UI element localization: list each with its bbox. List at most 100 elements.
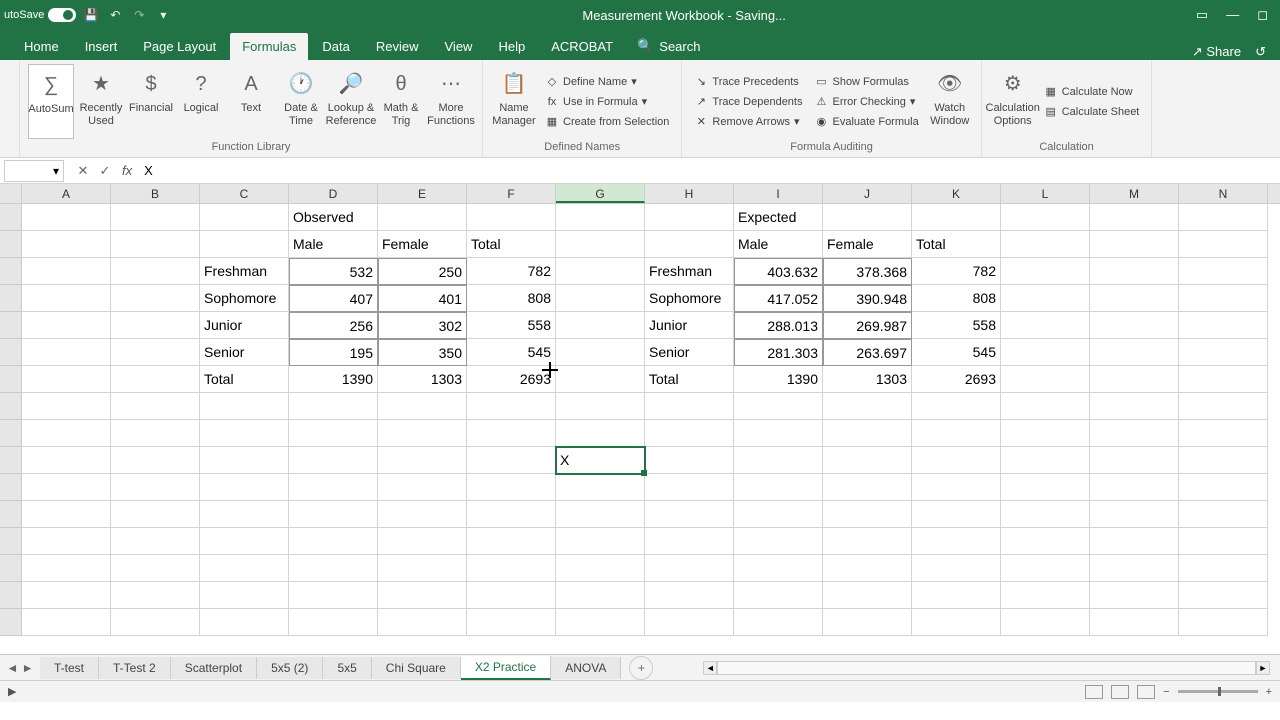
cell[interactable] <box>1090 582 1179 609</box>
text-button[interactable]: AText <box>228 64 274 139</box>
cell[interactable] <box>111 420 200 447</box>
cell[interactable] <box>200 528 289 555</box>
row-header[interactable] <box>0 258 22 285</box>
cell[interactable]: 302 <box>378 312 467 339</box>
cell[interactable] <box>111 393 200 420</box>
cell[interactable] <box>645 609 734 636</box>
cell[interactable] <box>823 582 912 609</box>
cell[interactable] <box>556 231 645 258</box>
col-header[interactable]: A <box>22 184 111 203</box>
cell[interactable] <box>1179 555 1268 582</box>
cell[interactable] <box>1001 231 1090 258</box>
cell[interactable] <box>111 312 200 339</box>
formula-input[interactable] <box>138 160 1280 182</box>
sheet-tab[interactable]: T-Test 2 <box>99 657 171 679</box>
col-header[interactable]: K <box>912 184 1001 203</box>
cell[interactable] <box>556 393 645 420</box>
cell[interactable] <box>823 474 912 501</box>
cell[interactable] <box>1001 582 1090 609</box>
cell[interactable]: Total <box>200 366 289 393</box>
row-header[interactable] <box>0 447 22 474</box>
cell[interactable] <box>378 528 467 555</box>
cell[interactable]: Senior <box>200 339 289 366</box>
cell[interactable] <box>467 447 556 474</box>
cell[interactable] <box>645 393 734 420</box>
cell[interactable]: Freshman <box>200 258 289 285</box>
cell[interactable] <box>734 582 823 609</box>
cell[interactable]: 390.948 <box>823 285 912 312</box>
col-header[interactable]: L <box>1001 184 1090 203</box>
cell[interactable] <box>823 393 912 420</box>
cell[interactable]: 250 <box>378 258 467 285</box>
cell[interactable]: Senior <box>645 339 734 366</box>
cell[interactable]: Sophomore <box>200 285 289 312</box>
cell[interactable] <box>912 447 1001 474</box>
cell[interactable] <box>645 447 734 474</box>
cell[interactable]: 281.303 <box>734 339 823 366</box>
cell[interactable] <box>1179 501 1268 528</box>
cell[interactable] <box>1179 258 1268 285</box>
cell[interactable] <box>645 231 734 258</box>
cell[interactable] <box>1179 231 1268 258</box>
tab-acrobat[interactable]: ACROBAT <box>539 33 625 60</box>
cell[interactable] <box>734 609 823 636</box>
cell[interactable] <box>1090 231 1179 258</box>
cell[interactable] <box>111 204 200 231</box>
trace-precedents-button[interactable]: ↘Trace Precedents <box>690 73 806 91</box>
cell[interactable] <box>556 582 645 609</box>
row-header[interactable] <box>0 231 22 258</box>
cell[interactable] <box>1179 420 1268 447</box>
cell[interactable] <box>645 582 734 609</box>
recently-used-button[interactable]: ★Recently Used <box>78 64 124 139</box>
cell[interactable] <box>111 339 200 366</box>
page-break-view-icon[interactable] <box>1137 685 1155 699</box>
cell[interactable] <box>22 285 111 312</box>
cell[interactable]: 808 <box>912 285 1001 312</box>
cell[interactable] <box>289 528 378 555</box>
sheet-tab[interactable]: 5x5 (2) <box>257 657 323 679</box>
cell[interactable] <box>378 474 467 501</box>
cell[interactable] <box>111 528 200 555</box>
name-manager-button[interactable]: 📋Name Manager <box>491 64 537 139</box>
cell[interactable] <box>556 339 645 366</box>
cell[interactable] <box>22 420 111 447</box>
sheet-tab[interactable]: T-test <box>40 657 99 679</box>
cell[interactable]: 403.632 <box>734 258 823 285</box>
logical-button[interactable]: ?Logical <box>178 64 224 139</box>
cell[interactable] <box>1179 474 1268 501</box>
cell[interactable]: 2693 <box>912 366 1001 393</box>
history-icon[interactable]: ↺ <box>1255 44 1266 60</box>
tab-insert[interactable]: Insert <box>73 33 130 60</box>
cell[interactable] <box>200 393 289 420</box>
error-checking-button[interactable]: ⚠Error Checking ▾ <box>810 93 922 111</box>
cell[interactable] <box>1090 528 1179 555</box>
sheet-nav[interactable]: ◄ ► <box>0 661 40 675</box>
col-header[interactable]: C <box>200 184 289 203</box>
qat-dropdown-icon[interactable]: ▾ <box>154 6 172 24</box>
share-button[interactable]: ↗ Share <box>1192 44 1241 60</box>
undo-icon[interactable]: ↶ <box>106 6 124 24</box>
cell[interactable] <box>1179 609 1268 636</box>
cell[interactable] <box>645 501 734 528</box>
col-header[interactable]: I <box>734 184 823 203</box>
cell[interactable] <box>556 285 645 312</box>
cell[interactable]: 263.697 <box>823 339 912 366</box>
cell[interactable] <box>556 258 645 285</box>
cell[interactable]: Expected <box>734 204 823 231</box>
cell[interactable] <box>1090 555 1179 582</box>
cell[interactable] <box>1001 339 1090 366</box>
zoom-out-icon[interactable]: − <box>1163 686 1169 698</box>
cell[interactable] <box>378 204 467 231</box>
cell[interactable] <box>111 366 200 393</box>
cell[interactable] <box>734 420 823 447</box>
cell[interactable] <box>378 501 467 528</box>
cell[interactable] <box>22 204 111 231</box>
date-time-button[interactable]: 🕐Date & Time <box>278 64 324 139</box>
cell[interactable] <box>22 474 111 501</box>
cell[interactable] <box>1090 474 1179 501</box>
row-header[interactable] <box>0 393 22 420</box>
watch-window-button[interactable]: 👁Watch Window <box>927 64 973 139</box>
cell[interactable] <box>22 258 111 285</box>
cell[interactable] <box>289 447 378 474</box>
cancel-formula-icon[interactable]: ✕ <box>72 163 94 179</box>
